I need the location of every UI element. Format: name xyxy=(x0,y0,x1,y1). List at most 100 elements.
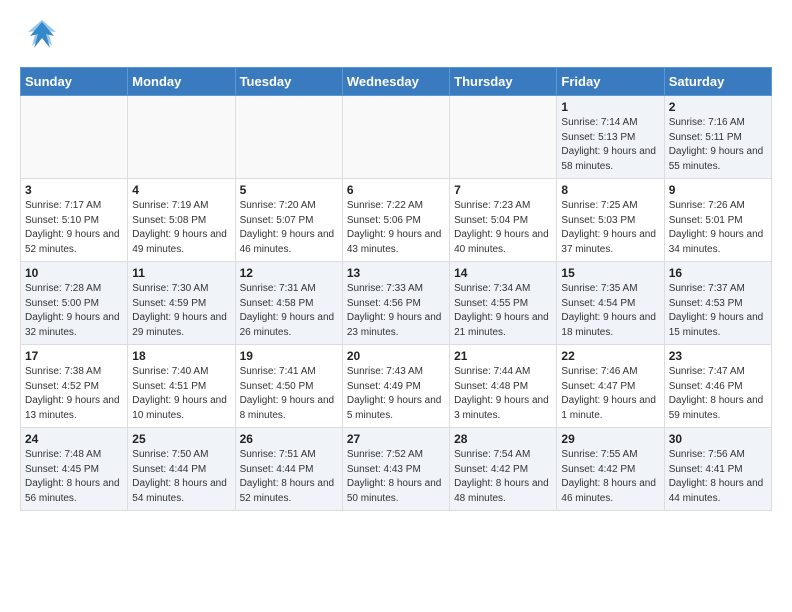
day-number: 15 xyxy=(561,266,659,280)
calendar-cell: 1 Sunrise: 7:14 AM Sunset: 5:13 PM Daylig… xyxy=(557,96,664,179)
calendar-cell: 9 Sunrise: 7:26 AM Sunset: 5:01 PM Daylig… xyxy=(664,179,771,262)
day-number: 24 xyxy=(25,432,123,446)
day-info: Sunrise: 7:48 AM Sunset: 4:45 PM Dayligh… xyxy=(25,448,123,506)
day-number: 30 xyxy=(669,432,767,446)
calendar-cell xyxy=(235,96,342,179)
day-number: 18 xyxy=(132,349,230,363)
day-info: Sunrise: 7:51 AM Sunset: 4:44 PM Dayligh… xyxy=(240,448,338,506)
calendar-cell: 21 Sunrise: 7:44 AM Sunset: 4:48 PM Dayli… xyxy=(450,345,557,428)
calendar-cell: 14 Sunrise: 7:34 AM Sunset: 4:55 PM Dayli… xyxy=(450,262,557,345)
day-info: Sunrise: 7:17 AM Sunset: 5:10 PM Dayligh… xyxy=(25,199,123,257)
calendar-cell xyxy=(450,96,557,179)
day-number: 16 xyxy=(669,266,767,280)
day-info: Sunrise: 7:25 AM Sunset: 5:03 PM Dayligh… xyxy=(561,199,659,257)
day-number: 2 xyxy=(669,100,767,114)
day-info: Sunrise: 7:34 AM Sunset: 4:55 PM Dayligh… xyxy=(454,282,552,340)
day-info: Sunrise: 7:31 AM Sunset: 4:58 PM Dayligh… xyxy=(240,282,338,340)
day-number: 21 xyxy=(454,349,552,363)
calendar-cell: 26 Sunrise: 7:51 AM Sunset: 4:44 PM Dayli… xyxy=(235,428,342,511)
calendar-cell: 2 Sunrise: 7:16 AM Sunset: 5:11 PM Daylig… xyxy=(664,96,771,179)
calendar-cell xyxy=(128,96,235,179)
weekday-wednesday: Wednesday xyxy=(342,68,449,96)
day-info: Sunrise: 7:23 AM Sunset: 5:04 PM Dayligh… xyxy=(454,199,552,257)
day-number: 6 xyxy=(347,183,445,197)
calendar-cell: 25 Sunrise: 7:50 AM Sunset: 4:44 PM Dayli… xyxy=(128,428,235,511)
weekday-saturday: Saturday xyxy=(664,68,771,96)
week-row-5: 24 Sunrise: 7:48 AM Sunset: 4:45 PM Dayli… xyxy=(21,428,772,511)
weekday-tuesday: Tuesday xyxy=(235,68,342,96)
day-info: Sunrise: 7:47 AM Sunset: 4:46 PM Dayligh… xyxy=(669,365,767,423)
day-info: Sunrise: 7:37 AM Sunset: 4:53 PM Dayligh… xyxy=(669,282,767,340)
weekday-sunday: Sunday xyxy=(21,68,128,96)
weekday-header-row: SundayMondayTuesdayWednesdayThursdayFrid… xyxy=(21,68,772,96)
calendar-container: SundayMondayTuesdayWednesdayThursdayFrid… xyxy=(0,67,792,521)
calendar-cell: 15 Sunrise: 7:35 AM Sunset: 4:54 PM Dayli… xyxy=(557,262,664,345)
calendar-cell: 12 Sunrise: 7:31 AM Sunset: 4:58 PM Dayli… xyxy=(235,262,342,345)
day-info: Sunrise: 7:28 AM Sunset: 5:00 PM Dayligh… xyxy=(25,282,123,340)
day-number: 10 xyxy=(25,266,123,280)
day-info: Sunrise: 7:43 AM Sunset: 4:49 PM Dayligh… xyxy=(347,365,445,423)
calendar-cell: 27 Sunrise: 7:52 AM Sunset: 4:43 PM Dayli… xyxy=(342,428,449,511)
calendar-cell: 7 Sunrise: 7:23 AM Sunset: 5:04 PM Daylig… xyxy=(450,179,557,262)
day-number: 26 xyxy=(240,432,338,446)
calendar-cell: 29Sunrise: 7:55 AM Sunset: 4:42 PM Dayli… xyxy=(557,428,664,511)
day-number: 27 xyxy=(347,432,445,446)
day-number: 4 xyxy=(132,183,230,197)
day-info: Sunrise: 7:19 AM Sunset: 5:08 PM Dayligh… xyxy=(132,199,230,257)
day-number: 29 xyxy=(561,432,659,446)
calendar-cell xyxy=(342,96,449,179)
calendar-cell: 16 Sunrise: 7:37 AM Sunset: 4:53 PM Dayli… xyxy=(664,262,771,345)
day-info: Sunrise: 7:22 AM Sunset: 5:06 PM Dayligh… xyxy=(347,199,445,257)
day-info: Sunrise: 7:35 AM Sunset: 4:54 PM Dayligh… xyxy=(561,282,659,340)
weekday-monday: Monday xyxy=(128,68,235,96)
calendar-cell: 23 Sunrise: 7:47 AM Sunset: 4:46 PM Dayli… xyxy=(664,345,771,428)
calendar-cell: 13Sunrise: 7:33 AM Sunset: 4:56 PM Dayli… xyxy=(342,262,449,345)
calendar-cell: 5Sunrise: 7:20 AM Sunset: 5:07 PM Daylig… xyxy=(235,179,342,262)
day-number: 12 xyxy=(240,266,338,280)
calendar-cell: 6 Sunrise: 7:22 AM Sunset: 5:06 PM Daylig… xyxy=(342,179,449,262)
logo xyxy=(24,18,63,59)
calendar-cell: 3 Sunrise: 7:17 AM Sunset: 5:10 PM Daylig… xyxy=(21,179,128,262)
week-row-4: 17Sunrise: 7:38 AM Sunset: 4:52 PM Dayli… xyxy=(21,345,772,428)
day-number: 1 xyxy=(561,100,659,114)
day-number: 9 xyxy=(669,183,767,197)
calendar-cell: 17Sunrise: 7:38 AM Sunset: 4:52 PM Dayli… xyxy=(21,345,128,428)
weekday-thursday: Thursday xyxy=(450,68,557,96)
day-info: Sunrise: 7:52 AM Sunset: 4:43 PM Dayligh… xyxy=(347,448,445,506)
week-row-2: 3 Sunrise: 7:17 AM Sunset: 5:10 PM Daylig… xyxy=(21,179,772,262)
day-info: Sunrise: 7:16 AM Sunset: 5:11 PM Dayligh… xyxy=(669,116,767,174)
day-info: Sunrise: 7:26 AM Sunset: 5:01 PM Dayligh… xyxy=(669,199,767,257)
day-number: 19 xyxy=(240,349,338,363)
day-info: Sunrise: 7:46 AM Sunset: 4:47 PM Dayligh… xyxy=(561,365,659,423)
day-info: Sunrise: 7:44 AM Sunset: 4:48 PM Dayligh… xyxy=(454,365,552,423)
calendar-cell: 20 Sunrise: 7:43 AM Sunset: 4:49 PM Dayli… xyxy=(342,345,449,428)
day-info: Sunrise: 7:33 AM Sunset: 4:56 PM Dayligh… xyxy=(347,282,445,340)
page-header xyxy=(0,0,792,67)
weekday-friday: Friday xyxy=(557,68,664,96)
day-info: Sunrise: 7:30 AM Sunset: 4:59 PM Dayligh… xyxy=(132,282,230,340)
logo-icon xyxy=(24,18,60,59)
day-number: 7 xyxy=(454,183,552,197)
day-number: 14 xyxy=(454,266,552,280)
day-number: 11 xyxy=(132,266,230,280)
day-number: 25 xyxy=(132,432,230,446)
calendar-cell: 4 Sunrise: 7:19 AM Sunset: 5:08 PM Daylig… xyxy=(128,179,235,262)
day-info: Sunrise: 7:54 AM Sunset: 4:42 PM Dayligh… xyxy=(454,448,552,506)
calendar-cell: 18Sunrise: 7:40 AM Sunset: 4:51 PM Dayli… xyxy=(128,345,235,428)
week-row-3: 10 Sunrise: 7:28 AM Sunset: 5:00 PM Dayli… xyxy=(21,262,772,345)
day-number: 23 xyxy=(669,349,767,363)
day-info: Sunrise: 7:14 AM Sunset: 5:13 PM Dayligh… xyxy=(561,116,659,174)
calendar-cell: 10 Sunrise: 7:28 AM Sunset: 5:00 PM Dayli… xyxy=(21,262,128,345)
day-info: Sunrise: 7:50 AM Sunset: 4:44 PM Dayligh… xyxy=(132,448,230,506)
calendar-cell: 11 Sunrise: 7:30 AM Sunset: 4:59 PM Dayli… xyxy=(128,262,235,345)
calendar-cell: 28Sunrise: 7:54 AM Sunset: 4:42 PM Dayli… xyxy=(450,428,557,511)
day-number: 22 xyxy=(561,349,659,363)
day-number: 20 xyxy=(347,349,445,363)
calendar-cell: 8 Sunrise: 7:25 AM Sunset: 5:03 PM Daylig… xyxy=(557,179,664,262)
week-row-1: 1 Sunrise: 7:14 AM Sunset: 5:13 PM Daylig… xyxy=(21,96,772,179)
calendar-table: SundayMondayTuesdayWednesdayThursdayFrid… xyxy=(20,67,772,511)
day-number: 5 xyxy=(240,183,338,197)
calendar-cell xyxy=(21,96,128,179)
day-number: 8 xyxy=(561,183,659,197)
day-number: 3 xyxy=(25,183,123,197)
